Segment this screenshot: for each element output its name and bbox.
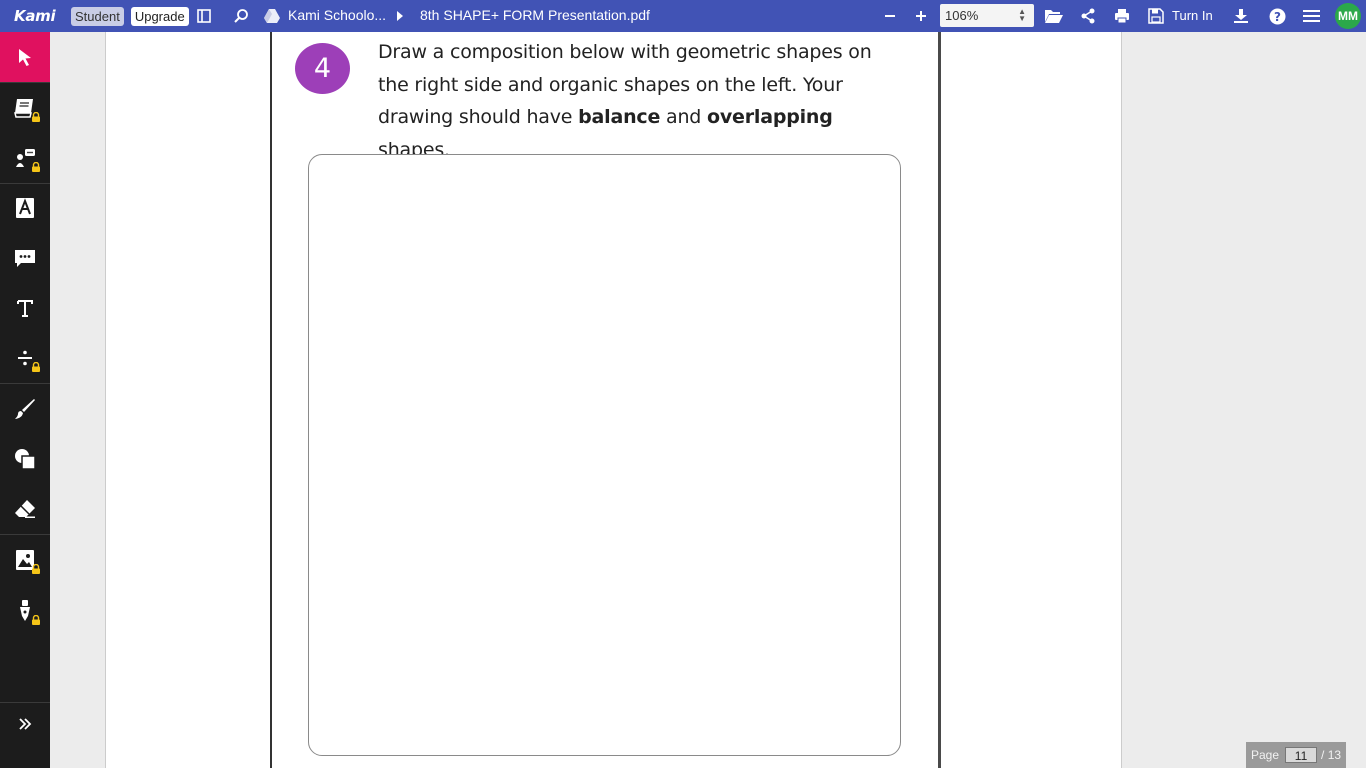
tool-sidebar bbox=[0, 32, 50, 768]
share-icon[interactable] bbox=[1078, 6, 1098, 26]
menu-icon[interactable] bbox=[1301, 6, 1321, 26]
shapes-tool[interactable] bbox=[0, 434, 50, 484]
signature-tool[interactable] bbox=[0, 586, 50, 636]
drawing-tool[interactable] bbox=[0, 384, 50, 434]
step-number-badge: 4 bbox=[295, 43, 350, 94]
markup-tool[interactable] bbox=[0, 183, 50, 233]
image-tool[interactable] bbox=[0, 535, 50, 585]
lock-icon bbox=[32, 362, 40, 372]
slide-right-border bbox=[938, 32, 941, 768]
upgrade-button[interactable]: Upgrade bbox=[130, 6, 189, 26]
dictionary-tool[interactable] bbox=[0, 83, 50, 133]
eraser-icon bbox=[15, 500, 35, 518]
lock-icon bbox=[32, 162, 40, 172]
text-to-speech-tool[interactable] bbox=[0, 133, 50, 183]
zoom-out-icon[interactable] bbox=[880, 6, 900, 26]
top-toolbar: Kami Student Upgrade Kami Schoolo... 8th… bbox=[0, 0, 1366, 32]
student-badge: Student bbox=[71, 6, 124, 26]
page-total: / 13 bbox=[1321, 748, 1342, 762]
highlight-icon bbox=[16, 198, 34, 218]
chevron-right-icon bbox=[390, 6, 410, 26]
search-icon[interactable] bbox=[231, 6, 251, 26]
lock-icon bbox=[32, 615, 40, 625]
user-avatar[interactable]: MM bbox=[1335, 3, 1361, 29]
zoom-in-icon[interactable] bbox=[911, 6, 931, 26]
bold-overlapping: overlapping bbox=[706, 106, 833, 128]
page-indicator: Page 11 / 13 bbox=[1246, 742, 1346, 768]
page-label: Page bbox=[1251, 748, 1280, 762]
text-icon bbox=[17, 300, 33, 317]
instruction-text: Draw a composition below with geometric … bbox=[378, 36, 898, 166]
zoom-select[interactable]: 106% ▲ ▼ bbox=[940, 4, 1034, 27]
double-chevron-right-icon bbox=[19, 718, 32, 730]
instruction-line-1: Draw a composition below with geometric … bbox=[378, 41, 872, 63]
lock-icon bbox=[32, 564, 40, 574]
brush-icon bbox=[15, 399, 35, 419]
zoom-value: 106% bbox=[945, 8, 979, 23]
svg-text:?: ? bbox=[1274, 10, 1281, 24]
select-tool[interactable] bbox=[0, 32, 50, 82]
equation-tool[interactable] bbox=[0, 333, 50, 383]
save-icon[interactable] bbox=[1146, 6, 1166, 26]
google-drive-icon bbox=[262, 6, 282, 26]
help-icon[interactable]: ? bbox=[1267, 6, 1287, 26]
slide-left-border bbox=[270, 32, 272, 768]
eraser-tool[interactable] bbox=[0, 484, 50, 534]
turn-in-button[interactable]: Turn In bbox=[1172, 8, 1213, 23]
page-number-input[interactable]: 11 bbox=[1285, 747, 1318, 763]
breadcrumb-drive[interactable]: Kami Schoolo... bbox=[288, 7, 386, 23]
zoom-caret-icon: ▲ ▼ bbox=[1018, 7, 1026, 23]
shapes-icon bbox=[15, 449, 36, 470]
lock-icon bbox=[32, 112, 40, 122]
comment-icon bbox=[15, 250, 35, 267]
pen-icon bbox=[20, 600, 30, 621]
expand-sidebar-button[interactable] bbox=[0, 699, 50, 749]
bold-balance: balance bbox=[578, 106, 661, 128]
comment-tool[interactable] bbox=[0, 233, 50, 283]
folder-open-icon[interactable] bbox=[1043, 6, 1065, 26]
sidebar-toggle-icon[interactable] bbox=[194, 6, 214, 26]
drawing-area-box[interactable] bbox=[308, 154, 901, 756]
instruction-line-2: the right side and organic shapes on the… bbox=[378, 73, 843, 96]
breadcrumb-file[interactable]: 8th SHAPE+ FORM Presentation.pdf bbox=[420, 7, 650, 23]
text-tool[interactable] bbox=[0, 283, 50, 333]
cursor-icon bbox=[19, 49, 31, 66]
download-icon[interactable] bbox=[1231, 6, 1251, 26]
kami-logo: Kami bbox=[14, 7, 56, 25]
print-icon[interactable] bbox=[1112, 6, 1132, 26]
